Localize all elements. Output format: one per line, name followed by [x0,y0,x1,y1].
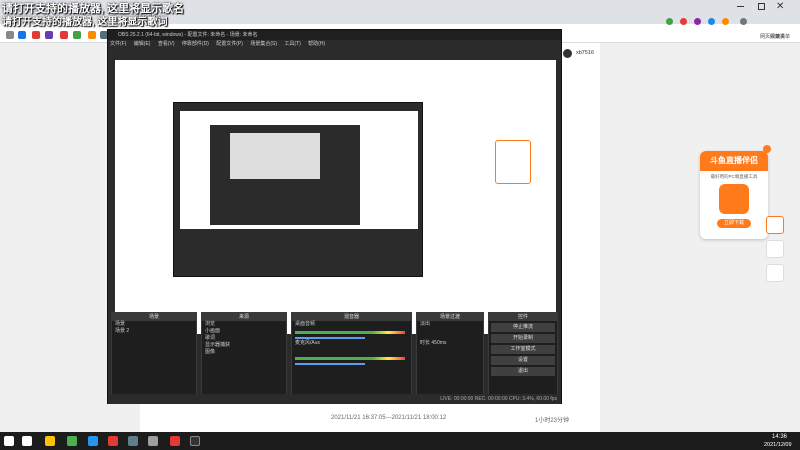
transitions-panel: 场景过渡 淡出 时长 450ms [416,312,484,402]
scenes-panel: 场景 场景 场景 2 [111,312,197,402]
toolbar-icon[interactable] [708,18,715,25]
menu-item[interactable]: 配置文件(P) [216,41,243,47]
transitions-panel-title: 场景过渡 [417,313,483,321]
taskbar-app-icon[interactable] [148,436,158,446]
source-item[interactable]: 显示器捕获 [202,342,286,349]
home-icon[interactable] [766,240,784,258]
scene-item[interactable]: 场景 2 [112,328,196,335]
toolbar-icon[interactable] [666,18,673,25]
menu-item[interactable]: 停靠部件(D) [182,41,209,47]
source-item[interactable]: 小画面 [202,328,286,335]
taskbar-app-icon[interactable] [108,436,118,446]
fullscreen-icon[interactable] [766,264,784,282]
mixer-track: 桌面音频 [295,321,316,327]
taskbar-app-icon[interactable] [88,436,98,446]
clock-time: 14:36 [772,434,788,440]
source-item[interactable]: 浏览 [202,321,286,328]
taskbar-app-icon[interactable] [22,436,32,446]
menu-item[interactable]: 帮助(H) [308,41,325,47]
window-minimize-icon[interactable] [737,6,744,7]
toolbar-icon[interactable] [694,18,701,25]
widget-title: 斗鱼直播伴侣 [700,151,768,171]
volume-slider[interactable] [295,363,365,365]
address-bar[interactable]: 3/index [135,13,605,25]
play-icon[interactable] [766,216,784,234]
record-time-range: 2021/11/21 16:37:05---2021/11/21 18:00:1… [331,415,447,421]
controls-panel: 控件 停止推流 开始录制 工作室模式 设置 退出 [488,312,558,402]
sources-panel: 来源 浏览 小画面 歌词 显示器捕获 图像 [201,312,287,402]
download-button[interactable]: 立即下载 [717,219,751,228]
nested-preview [173,102,423,277]
menu-item[interactable]: 场景集合(S) [250,41,277,47]
volume-meter [295,357,405,360]
menu-item[interactable]: 查看(V) [158,41,175,47]
obs-taskbar-icon[interactable] [190,436,200,446]
toolbar-icon[interactable] [722,18,729,25]
reading-list-link[interactable]: 阅读清单 [770,33,790,40]
douyu-logo-icon [719,184,749,214]
start-recording-button[interactable]: 开始录制 [491,334,555,343]
record-duration: 1小时23分钟 [535,418,570,424]
menu-item[interactable]: 文件(F) [110,41,126,47]
menu-item[interactable]: 编辑(E) [134,41,151,47]
toolbar-icon[interactable] [680,18,687,25]
extension-icon[interactable] [32,31,40,39]
duration-value[interactable]: 450ms [431,340,446,346]
mixer-panel-title: 混音器 [292,313,411,321]
studio-mode-button[interactable]: 工作室模式 [491,345,555,354]
mixer-panel: 混音器 桌面音频 麦克风/Aux [291,312,412,402]
window-close-icon[interactable]: ✕ [776,1,784,12]
mixer-track: 麦克风/Aux [295,340,321,346]
lyric-text: 请打开支持的播放器, 这里将显示歌词 [2,17,168,28]
obs-title-bar: OBS 25.2.1 (64-bit, windows) - 配置文件: 未命名… [108,30,561,40]
extension-icon[interactable] [60,31,68,39]
profile-avatar[interactable] [563,49,572,58]
source-item[interactable]: 歌词 [202,335,286,342]
promo-widget[interactable]: 斗鱼直播伴侣 最好用的PC端直播工具 立即下载 [700,151,768,239]
nested-preview-deepest [230,133,320,179]
widget-subtitle: 最好用的PC端直播工具 [710,174,758,179]
obs-preview-canvas[interactable] [115,60,556,334]
obs-window[interactable]: OBS 25.2.1 (64-bit, windows) - 配置文件: 未命名… [107,29,562,404]
duration-label-text: 时长 [420,340,431,346]
profile-name[interactable]: xb7516 [576,50,594,56]
widget-close-icon[interactable] [763,145,771,153]
settings-button[interactable]: 设置 [491,356,555,365]
toolbar-icon[interactable] [740,18,747,25]
source-item[interactable]: 图像 [202,349,286,356]
volume-slider[interactable] [295,337,365,339]
nested-widget [495,140,531,184]
extension-icon[interactable] [18,31,26,39]
scenes-panel-title: 场景 [112,313,196,321]
obs-menu-bar: 文件(F) 编辑(E) 查看(V) 停靠部件(D) 配置文件(P) 场景集合(S… [108,40,561,49]
duration-label: 时长 450ms [417,340,483,347]
taskbar-app-icon[interactable] [170,436,180,446]
nested-preview-inner [180,111,418,229]
transition-type[interactable]: 淡出 [417,321,483,328]
menu-item[interactable]: 工具(T) [284,41,300,47]
window-maximize-icon[interactable] [758,3,765,10]
exit-button[interactable]: 退出 [491,367,555,376]
start-icon[interactable] [4,436,14,446]
extension-icon[interactable] [45,31,53,39]
clock-date: 2021/12/09 [764,442,792,448]
stop-streaming-button[interactable]: 停止推流 [491,323,555,332]
taskbar [0,432,800,450]
taskbar-app-icon[interactable] [45,436,55,446]
extension-icon[interactable] [73,31,81,39]
taskbar-app-icon[interactable] [128,436,138,446]
extension-icon[interactable] [6,31,14,39]
obs-status-bar: LIVE: 00:00:00 REC: 00:00:00 CPU: 3.4%, … [108,394,561,404]
extension-icon[interactable] [88,31,96,39]
nested-preview-deep [210,125,360,225]
taskbar-app-icon[interactable] [67,436,77,446]
scene-item[interactable]: 场景 [112,321,196,328]
volume-meter [295,331,405,334]
sources-panel-title: 来源 [202,313,286,321]
controls-panel-title: 控件 [489,313,557,321]
